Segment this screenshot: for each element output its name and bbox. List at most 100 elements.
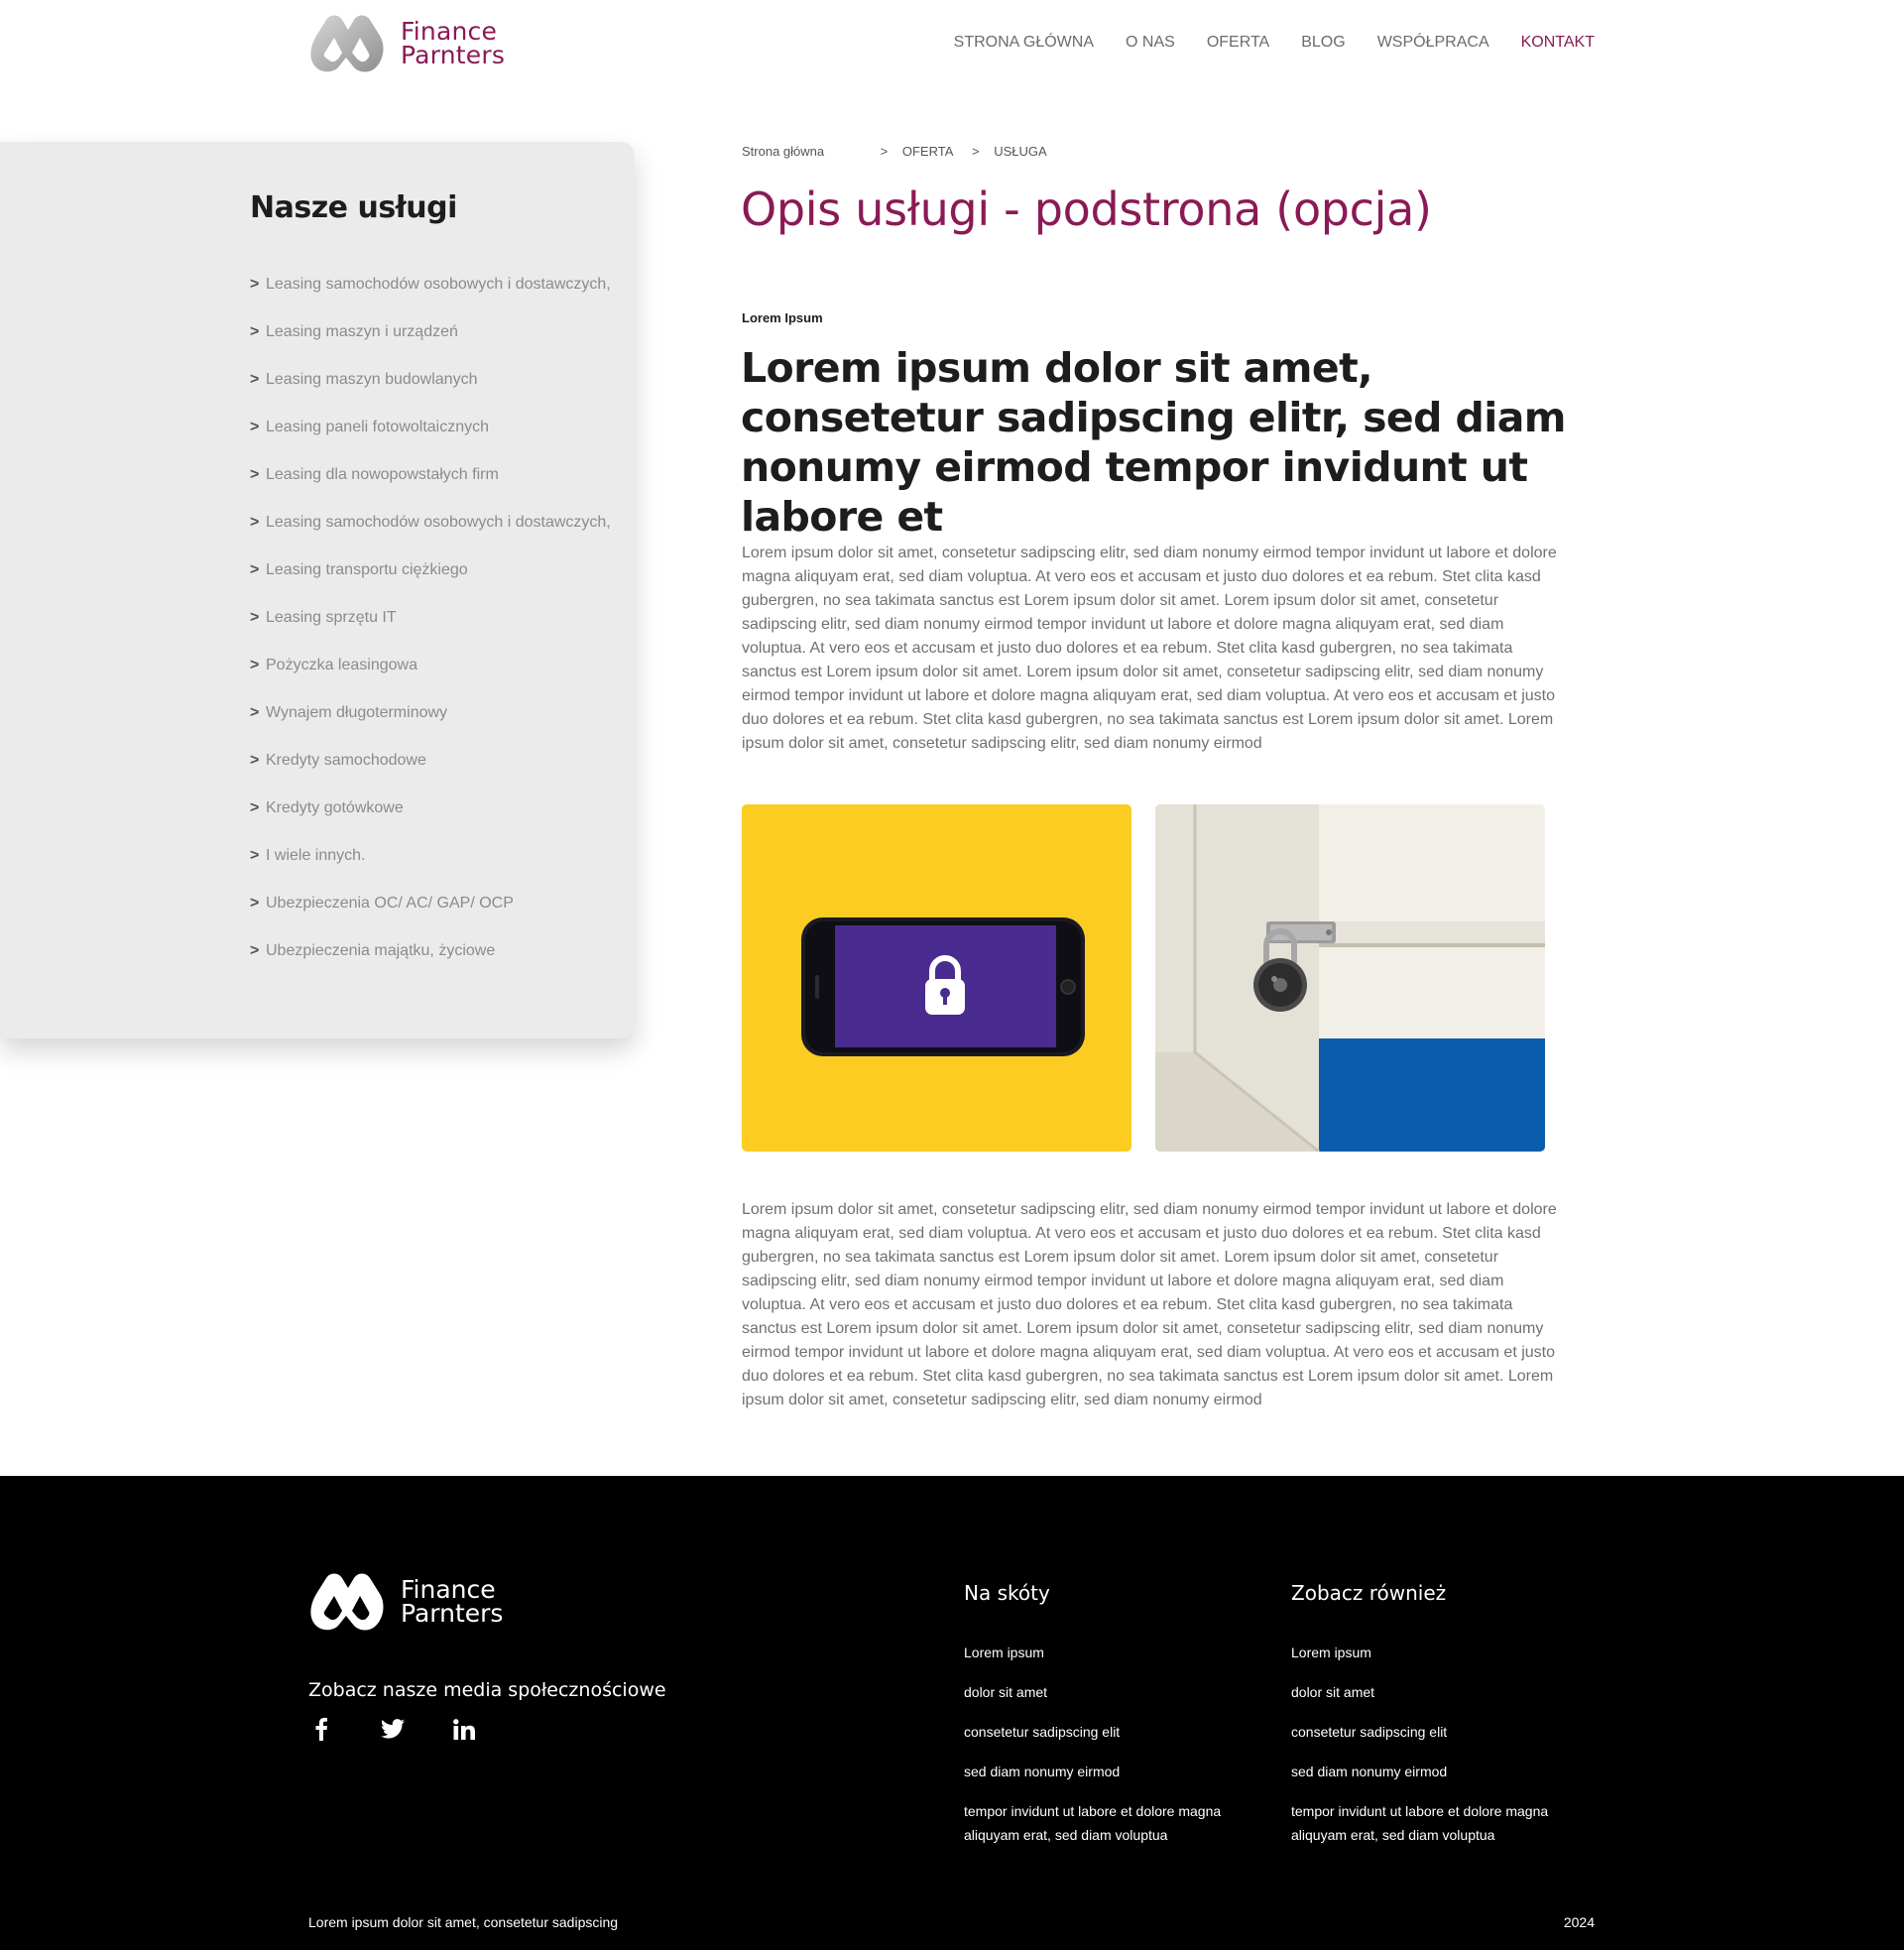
footer-shortcuts-column: Na skóty Lorem ipsum dolor sit amet cons… [964,1581,1261,1863]
service-label: Kredyty samochodowe [266,752,426,769]
service-link[interactable]: > Kredyty gotówkowe [250,798,611,846]
service-label: Leasing samochodów osobowych i dostawczy… [266,276,611,293]
service-link[interactable]: > Wynajem długoterminowy [250,703,611,751]
nav-item-cooperation[interactable]: WSPÓŁPRACA [1377,34,1489,52]
chevron-right-icon: > [250,371,260,388]
breadcrumb-home[interactable]: Strona główna [742,144,877,159]
footer-link[interactable]: Lorem ipsum [964,1641,1261,1664]
service-label: Leasing sprzętu IT [266,609,397,626]
footer-links: Lorem ipsum dolor sit amet consetetur sa… [1291,1641,1589,1847]
service-link[interactable]: > Leasing samochodów osobowych i dostawcz… [250,275,611,322]
nav-item-contact[interactable]: KONTAKT [1521,34,1595,52]
services-sidebar: Nasze usługi > Leasing samochodów osobowy… [0,142,635,1038]
chevron-right-icon: > [250,752,260,769]
chevron-right-icon: > [250,323,260,340]
nav-item-home[interactable]: STRONA GŁÓWNA [954,34,1094,52]
chevron-right-icon: > [250,895,260,912]
chevron-right-icon: > [250,657,260,673]
nav-item-about[interactable]: O NAS [1126,34,1175,52]
brand-logo[interactable]: Finance Parnters [308,14,505,75]
breadcrumb-current: USŁUGA [994,144,1047,159]
service-label: Leasing paneli fotowoltaicznych [266,419,490,435]
logo-mark-icon [310,15,384,72]
chevron-right-icon: > [250,514,260,531]
service-link[interactable]: > Ubezpieczenia OC/ AC/ GAP/ OCP [250,894,611,941]
nav-item-offer[interactable]: OFERTA [1207,34,1269,52]
brand-name: Finance Parnters [401,19,506,69]
service-label: Leasing maszyn i urządzeń [266,323,458,340]
footer-brand-name: Finance Parnters [401,1577,504,1628]
service-label: Pożyczka leasingowa [266,657,417,673]
footer-column-title: Na skóty [964,1581,1050,1605]
facebook-icon[interactable] [308,1716,334,1742]
social-title: Zobacz nasze media społecznościowe [308,1679,666,1701]
page-title: Opis usługi - podstrona (opcja) [741,183,1432,236]
service-link[interactable]: > Leasing samochodów osobowych i dostawcz… [250,513,611,560]
service-link[interactable]: > Leasing sprzętu IT [250,608,611,656]
footer-year: 2024 [1563,1914,1595,1930]
brand-name-line2: Parnters [401,41,506,69]
body-paragraph: Lorem ipsum dolor sit amet, consetetur s… [742,545,1557,752]
footer-copyright-text: Lorem ipsum dolor sit amet, consetetur s… [308,1914,619,1930]
service-label: Ubezpieczenia majątku, życiowe [266,942,496,959]
service-link[interactable]: > I wiele innych. [250,846,611,894]
site-header: Finance Parnters STRONA GŁÓWNA O NAS OFE… [0,0,1904,99]
chevron-right-icon: > [250,704,260,721]
footer-link[interactable]: Lorem ipsum [1291,1641,1589,1664]
linkedin-icon[interactable] [451,1716,477,1742]
footer-column-title: Zobacz również [1291,1581,1447,1605]
twitter-icon[interactable] [380,1716,406,1742]
service-label: I wiele innych. [266,847,366,864]
footer-link[interactable]: dolor sit amet [1291,1680,1589,1704]
service-link[interactable]: > Kredyty samochodowe [250,751,611,798]
chevron-right-icon: > [250,419,260,435]
service-label: Ubezpieczenia OC/ AC/ GAP/ OCP [266,895,514,912]
section-headline: Lorem ipsum dolor sit amet, consetetur s… [741,344,1567,541]
service-link[interactable]: > Pożyczka leasingowa [250,656,611,703]
breadcrumb-separator: > [880,144,889,159]
service-link[interactable]: > Leasing maszyn budowlanych [250,370,611,418]
service-link[interactable]: > Leasing paneli fotowoltaicznych [250,418,611,465]
footer-link[interactable]: consetetur sadipscing elit [1291,1720,1589,1744]
brand-name-line2: Parnters [401,1599,504,1628]
chevron-right-icon: > [250,276,260,293]
chevron-right-icon: > [250,799,260,816]
service-label: Leasing dla nowopowstałych firm [266,466,499,483]
chevron-right-icon: > [250,561,260,578]
service-label: Leasing samochodów osobowych i dostawczy… [266,514,611,531]
service-link[interactable]: > Leasing dla nowopowstałych firm [250,465,611,513]
breadcrumb-separator: > [972,144,980,159]
service-link[interactable]: > Leasing maszyn i urządzeń [250,322,611,370]
chevron-right-icon: > [250,466,260,483]
breadcrumb-offer[interactable]: OFERTA [902,144,954,159]
footer-link[interactable]: sed diam nonumy eirmod [1291,1760,1589,1783]
sidebar-title: Nasze usługi [250,190,457,225]
logo-mark-icon [310,1573,384,1631]
service-label: Wynajem długoterminowy [266,704,448,721]
footer-link[interactable]: tempor invidunt ut labore et dolore magn… [1291,1799,1589,1847]
main-nav: STRONA GŁÓWNA O NAS OFERTA BLOG WSPÓŁPRA… [954,34,1595,52]
footer-link[interactable]: tempor invidunt ut labore et dolore magn… [964,1799,1261,1847]
site-footer: Finance Parnters Zobacz nasze media społ… [0,1476,1904,1950]
social-icons [308,1716,477,1742]
footer-links: Lorem ipsum dolor sit amet consetetur sa… [964,1641,1261,1847]
footer-link[interactable]: consetetur sadipscing elit [964,1720,1261,1744]
service-link[interactable]: > Leasing transportu ciężkiego [250,560,611,608]
padlock-door-image [1155,804,1545,1152]
service-label: Kredyty gotówkowe [266,799,404,816]
nav-item-blog[interactable]: BLOG [1301,34,1345,52]
phone-lock-image [742,804,1131,1152]
chevron-right-icon: > [250,609,260,626]
service-link[interactable]: > Ubezpieczenia majątku, życiowe [250,941,611,989]
body-paragraph: Lorem ipsum dolor sit amet, consetetur s… [742,1201,1557,1408]
service-label: Leasing transportu ciężkiego [266,561,468,578]
section-kicker: Lorem Ipsum [742,310,823,325]
services-list: > Leasing samochodów osobowych i dostawcz… [250,275,611,989]
chevron-right-icon: > [250,847,260,864]
breadcrumb: Strona główna > OFERTA > USŁUGA [742,144,1047,159]
footer-see-also-column: Zobacz również Lorem ipsum dolor sit ame… [1291,1581,1589,1863]
footer-logo[interactable]: Finance Parnters [308,1572,503,1634]
footer-link[interactable]: sed diam nonumy eirmod [964,1760,1261,1783]
footer-link[interactable]: dolor sit amet [964,1680,1261,1704]
service-label: Leasing maszyn budowlanych [266,371,478,388]
